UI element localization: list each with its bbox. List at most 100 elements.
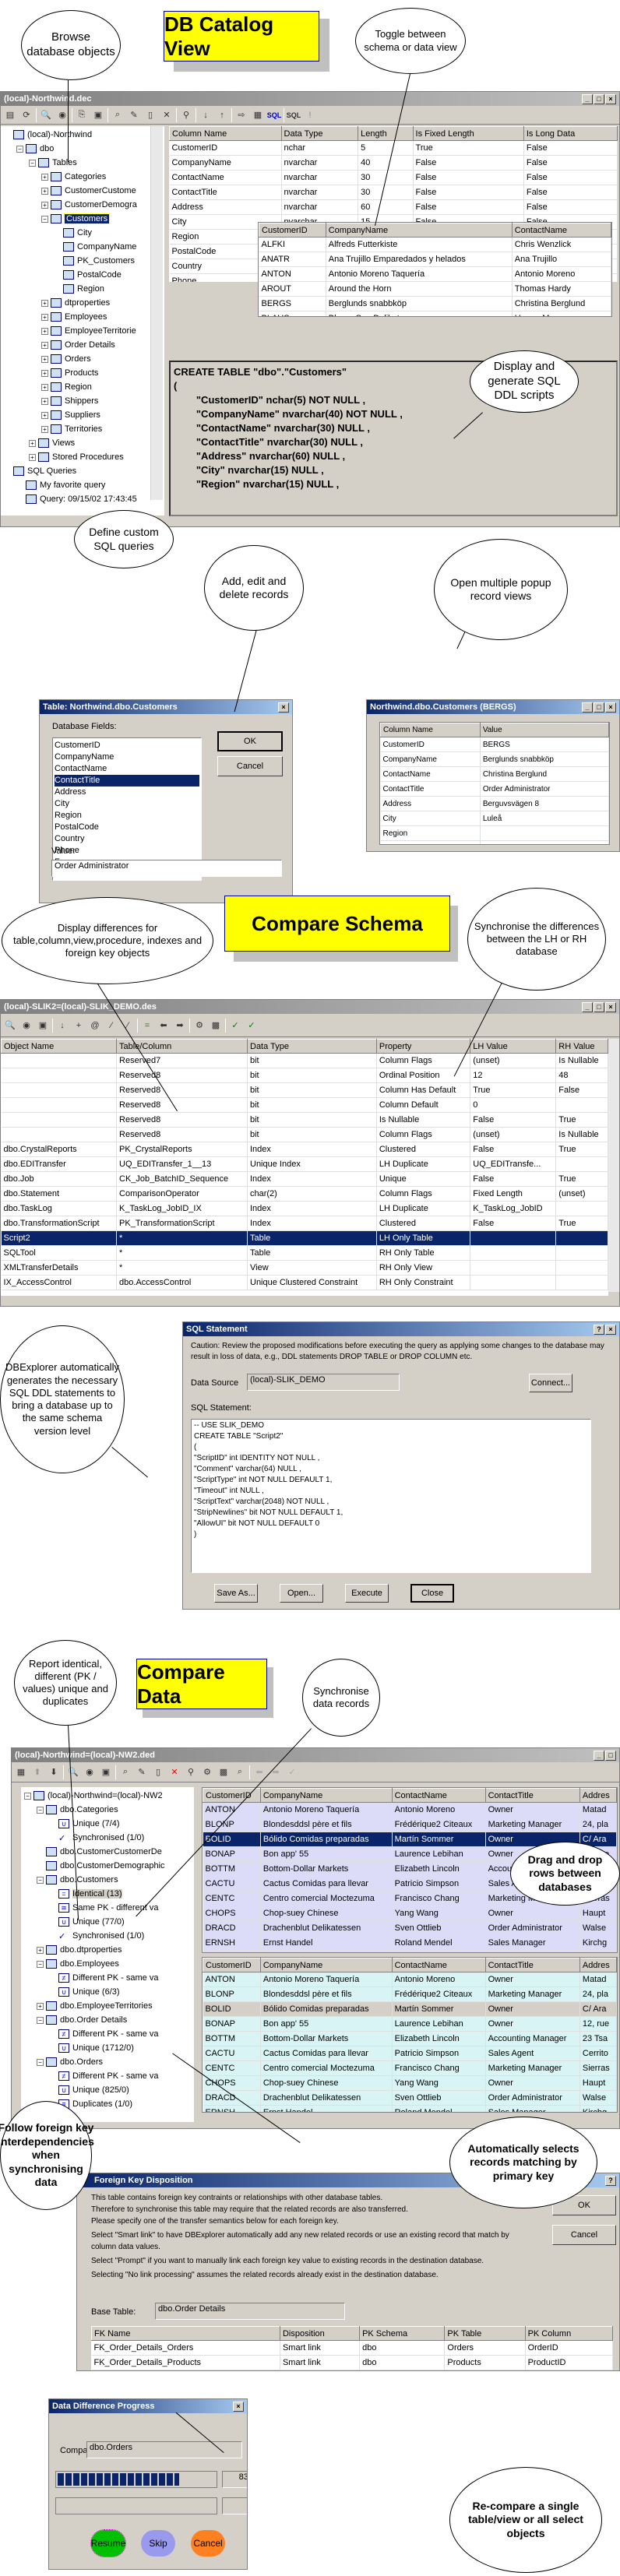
column-header[interactable]: Length (358, 126, 414, 141)
table-row[interactable]: BOLID Bólido Comidas preparadas Martín Som… (203, 2001, 617, 2017)
save-icon[interactable]: ▣ (91, 108, 105, 122)
expand-toggle-icon[interactable]: + (41, 313, 48, 321)
expand-toggle-icon[interactable]: + (41, 201, 48, 209)
save-icon[interactable]: ▣ (36, 1019, 50, 1033)
expand-toggle-icon[interactable]: + (41, 355, 48, 363)
form-icon[interactable]: ▯ (143, 108, 157, 122)
table-row[interactable]: DRACD Drachenblut Delikatessen Sven Ottlie… (203, 1920, 617, 1936)
table-row[interactable]: ANTON Antonio Moreno Taquería Antonio More… (259, 266, 611, 282)
table-row[interactable]: BLONPBlondesddsl père et filsFrédérique2… (203, 1987, 617, 2002)
query-icon[interactable]: ⌕ (111, 108, 125, 122)
tree-node[interactable]: − dbo (1, 142, 164, 156)
sort-icon[interactable]: ↓ (55, 1019, 69, 1033)
column-header[interactable]: Disposition (279, 2326, 361, 2341)
fk-cancel-button[interactable]: Cancel (552, 2225, 616, 2245)
tree-node[interactable]: dbo.CustomerDemographic (21, 1859, 194, 1873)
search-icon[interactable]: 🔍 (66, 1765, 80, 1779)
plus-icon[interactable]: + (72, 1019, 86, 1033)
tree-node[interactable]: − Tables (1, 156, 164, 170)
column-header[interactable]: CustomerID (259, 223, 326, 238)
form-icon[interactable]: ▯ (151, 1765, 165, 1779)
column-header[interactable]: Is Fixed Length (412, 126, 524, 141)
table-row[interactable]: ContactName nvarchar 30 False False (169, 170, 618, 185)
tree-node[interactable]: − dbo.Categories (21, 1803, 194, 1817)
ab-icon[interactable]: ⁄ (104, 1019, 118, 1033)
up-icon[interactable]: ⬆ (30, 1765, 44, 1779)
table-row[interactable]: BERGS Berglunds snabbköp Christina Berglun… (259, 296, 611, 311)
table-row[interactable]: dbo.TransformationScript PK_Transformatio… (1, 1216, 608, 1231)
find-icon[interactable]: ⚲ (184, 1765, 198, 1779)
expand-toggle-icon[interactable]: + (37, 2002, 44, 2010)
column-header[interactable]: ContactName (391, 1958, 486, 1972)
column-header[interactable]: Object Name (1, 1039, 118, 1054)
equal-icon[interactable]: = (140, 1019, 154, 1033)
delete-icon[interactable]: ✕ (160, 108, 174, 122)
grid-view-icon[interactable]: ▦ (251, 108, 265, 122)
table-row[interactable]: HANARHanari CarnesMario PontesAccounting… (203, 1950, 617, 1952)
refresh-icon[interactable]: ⟳ (19, 108, 33, 122)
search-icon[interactable]: 🔍 (39, 108, 53, 122)
tree-scrollbar[interactable] (150, 126, 163, 500)
table-row[interactable]: CHOPS Chop-suey Chinese Yang Wang Owner Haup… (203, 1906, 617, 1921)
table-row[interactable]: Address Berguvsvägen 8 (380, 796, 609, 811)
table-row[interactable]: Region (380, 825, 609, 841)
tree-node[interactable]: + dbo.dtproperties (21, 1943, 194, 1957)
down-icon[interactable]: ⬇ (47, 1765, 61, 1779)
column-header[interactable]: PK Schema (359, 2326, 446, 2341)
recompare-icon[interactable]: ⌕ (233, 1765, 247, 1779)
arrow-left-icon[interactable]: ⬅ (157, 1019, 171, 1033)
expand-toggle-icon[interactable]: − (41, 215, 48, 223)
table-row[interactable]: CACTU Cactus Comidas para llevar Patricio … (203, 2046, 617, 2061)
table-row[interactable]: FK_Orders_CustomersSmart linkdboCustomer… (92, 2370, 613, 2372)
expand-toggle-icon[interactable]: − (24, 1792, 31, 1800)
sort-asc-icon[interactable]: ↓ (199, 108, 213, 122)
tree-node[interactable]: + Territories (1, 422, 164, 436)
tree-node[interactable]: ≠ Different PK - same va (21, 1971, 194, 1985)
table-row[interactable]: DRACD Drachenblut Delikatessen Sven Ottlie… (203, 2090, 617, 2106)
connect-button[interactable]: Connect... (529, 1374, 572, 1392)
field-option[interactable]: City (55, 798, 199, 810)
expand-toggle-icon[interactable]: + (41, 369, 48, 377)
tree-node[interactable]: ✓ Synchronised (1/0) (21, 1929, 194, 1943)
close-button[interactable]: × (605, 702, 616, 713)
column-header[interactable]: Data Type (247, 1039, 377, 1054)
data-source-field[interactable]: (local)-SLIK_DEMO (247, 1374, 400, 1391)
tree-node[interactable]: − (local)-Northwind=(local)-NW2 (21, 1789, 194, 1803)
schema-vscroll[interactable] (608, 1039, 619, 1292)
table-row[interactable]: Reserved8 bit Column Has Default True False (1, 1082, 608, 1098)
column-header[interactable]: CustomerID (203, 1958, 261, 1972)
tree-node[interactable]: SQL Queries (1, 464, 164, 478)
edit-icon[interactable]: ✎ (127, 108, 141, 122)
tree-node[interactable]: PK_Customers (1, 254, 164, 268)
open-button[interactable]: Open... (280, 1584, 323, 1603)
expand-toggle-icon[interactable]: − (37, 1806, 44, 1814)
globe-icon[interactable]: ◉ (83, 1765, 97, 1779)
tree-node[interactable]: + EmployeeTerritorie (1, 324, 164, 338)
catalog-tree[interactable]: (local)-Northwind − dbo − Tables + Categories +… (1, 126, 164, 516)
tree-node[interactable]: My favorite query (1, 478, 164, 492)
tree-node[interactable]: + Stored Procedures (1, 450, 164, 464)
table-row[interactable]: CENTC Centro comercial Moctezuma Francisco… (203, 2060, 617, 2076)
table-row[interactable]: ANATR Ana Trujillo Emparedados y helados A… (259, 252, 611, 267)
field-option[interactable]: Address (55, 787, 199, 798)
tree-node[interactable]: + Suppliers (1, 408, 164, 422)
tree-node[interactable]: = Identical (13) (21, 1887, 194, 1901)
expand-toggle-icon[interactable]: + (41, 425, 48, 433)
tree-node[interactable]: PostalCode (1, 268, 164, 282)
column-header[interactable]: ContactName (511, 223, 611, 238)
expand-toggle-icon[interactable]: − (16, 145, 23, 153)
field-option[interactable]: PostalCode (55, 822, 199, 833)
column-header[interactable]: Addres (579, 1788, 617, 1803)
table-row[interactable]: SQLTool * Table RH Only Table (1, 1245, 608, 1261)
tree-node[interactable]: ✓ Synchronised (1/0) (21, 1831, 194, 1845)
expand-toggle-icon[interactable]: + (41, 411, 48, 419)
tree-node[interactable]: ≠ Different PK - same va (21, 2069, 194, 2083)
tree-node[interactable]: + Categories (1, 170, 164, 184)
table-row[interactable]: dbo.Statement ComparisonOperator char(2) Co… (1, 1186, 608, 1202)
close-button[interactable]: × (278, 702, 289, 713)
tree-node[interactable]: City (1, 226, 164, 240)
tree-node[interactable]: ∪ Unique (7/4) (21, 1817, 194, 1831)
execute-icon[interactable]: ! (303, 108, 317, 122)
monitor-icon[interactable]: ▩ (217, 1765, 231, 1779)
field-option[interactable]: Phone (55, 845, 199, 857)
